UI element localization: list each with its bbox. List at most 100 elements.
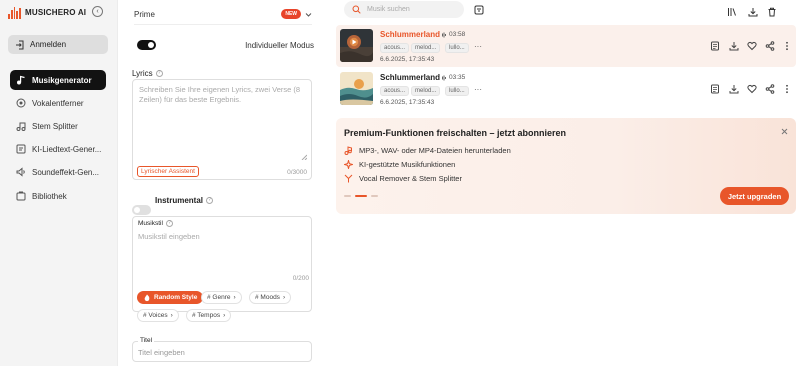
lyrics-icon [16, 144, 26, 154]
login-button[interactable]: Anmelden [8, 35, 108, 54]
more-options-icon[interactable] [782, 41, 792, 51]
model-select-value: Prime [134, 9, 155, 19]
lyrics-icon[interactable] [710, 41, 720, 51]
song-tag: lullo... [445, 43, 469, 53]
upgrade-button[interactable]: Jetzt upgraden [720, 187, 789, 205]
search-placeholder: Musik suchen [367, 6, 410, 13]
heart-icon[interactable] [747, 84, 757, 94]
chevron-down-icon [305, 12, 312, 17]
lyrics-textarea[interactable]: Schreiben Sie Ihre eigenen Lyrics, zwei … [132, 79, 312, 180]
tempos-button[interactable]: # Tempos › [186, 309, 232, 322]
promo-title: Premium-Funktionen freischalten – jetzt … [344, 128, 567, 138]
search-input[interactable]: Musik suchen [344, 1, 464, 18]
promo-feature: KI-gestützte Musikfunktionen [344, 160, 455, 169]
sidebar-item-stem-splitter[interactable]: Stem Splitter [10, 116, 106, 136]
genre-button[interactable]: # Genre › [201, 291, 242, 304]
song-duration: 03:35 [440, 74, 465, 81]
heart-icon[interactable] [747, 41, 757, 51]
close-icon[interactable] [781, 128, 788, 135]
music-note-icon [17, 75, 25, 85]
song-title[interactable]: Schlummerland [380, 73, 440, 82]
model-select[interactable]: Prime NEW [134, 6, 312, 22]
sidebar-item-label: Stem Splitter [32, 121, 78, 131]
logo-mark-icon [8, 6, 21, 19]
library-icon[interactable] [727, 7, 737, 17]
song-date: 6.6.2025, 17:35:43 [380, 56, 435, 63]
dice-icon [144, 294, 150, 301]
main-panel: Musik suchen Schlummerland 03:58 acous..… [320, 0, 800, 366]
chevron-left-icon: ‹ [96, 8, 99, 15]
carousel-dot[interactable] [371, 195, 378, 197]
more-tags-button[interactable]: ··· [474, 85, 482, 94]
resize-handle-icon[interactable] [301, 154, 307, 160]
title-field[interactable]: Titel eingeben [132, 341, 312, 362]
sidebar-item-sound-effect-generator[interactable]: Soundeffekt-Gen... [10, 162, 106, 182]
song-cover-image[interactable] [340, 72, 373, 105]
chevron-right-icon: › [223, 312, 226, 319]
share-icon[interactable] [765, 41, 775, 51]
more-tags-button[interactable]: ··· [474, 42, 482, 51]
carousel-dot[interactable] [344, 195, 351, 197]
lyrics-counter: 0/3000 [287, 169, 307, 176]
download-icon[interactable] [729, 41, 739, 51]
help-icon[interactable]: ? [165, 220, 173, 227]
logo-text: MUSICHERO AI [25, 8, 87, 17]
sidebar-item-label: Bibliothek [32, 191, 67, 201]
custom-mode-toggle[interactable] [137, 40, 156, 50]
download-icon[interactable] [748, 7, 758, 17]
download-icon[interactable] [729, 84, 739, 94]
search-icon [352, 5, 361, 14]
login-label: Anmelden [30, 40, 67, 49]
filter-icon[interactable] [474, 5, 484, 15]
song-tag: lullo... [445, 86, 469, 96]
help-icon[interactable]: ? [155, 70, 163, 77]
song-tag: melod... [411, 86, 441, 96]
chevron-right-icon: › [282, 294, 286, 301]
instrumental-label: Instrumental ? [155, 196, 214, 205]
song-tag: acous... [380, 43, 410, 53]
sidebar-item-vocal-remover[interactable]: Vokalentferner [10, 93, 106, 113]
sidebar-item-label: KI-Liedtext-Gener... [32, 144, 102, 154]
moods-button[interactable]: # Moods › [249, 291, 292, 304]
collapse-sidebar-button[interactable]: ‹ [92, 6, 103, 17]
song-cover-image[interactable] [340, 29, 373, 62]
title-label: Titel [138, 337, 155, 344]
style-counter: 0/200 [292, 275, 309, 282]
sidebar-item-music-generator[interactable]: Musikgenerator [10, 70, 106, 90]
lyrics-assistant-button[interactable]: Lyrischer Assistent [137, 166, 199, 177]
lyrics-icon[interactable] [710, 84, 720, 94]
trash-icon[interactable] [767, 7, 777, 17]
random-style-button[interactable]: Random Style [137, 291, 204, 304]
voices-button[interactable]: # Voices › [137, 309, 179, 322]
song-title[interactable]: Schlummerland [380, 30, 440, 39]
split-icon [344, 174, 353, 183]
sparkle-icon [344, 160, 353, 169]
sidebar-item-label: Vokalentferner [32, 98, 84, 108]
song-row[interactable]: Schlummerland 03:35 acous... melod... lu… [336, 68, 796, 110]
login-icon [16, 40, 24, 49]
sidebar-item-lyrics-generator[interactable]: KI-Liedtext-Gener... [10, 139, 106, 159]
instrumental-toggle[interactable] [132, 205, 151, 215]
sidebar-item-label: Soundeffekt-Gen... [32, 167, 100, 177]
carousel-dot-active[interactable] [355, 195, 367, 197]
song-row[interactable]: Schlummerland 03:58 acous... melod... lu… [336, 25, 796, 67]
sidebar-item-label: Musikgenerator [32, 75, 92, 85]
song-tag: melod... [411, 43, 441, 53]
chevron-right-icon: › [170, 312, 173, 319]
music-note-icon [344, 146, 352, 155]
more-options-icon[interactable] [782, 84, 792, 94]
app-logo[interactable]: MUSICHERO AI [8, 6, 86, 19]
generator-form: Prime NEW Individueller Modus Lyrics ? S… [118, 0, 320, 366]
sidebar-item-library[interactable]: Bibliothek [10, 186, 106, 206]
premium-promo-banner: Premium-Funktionen freischalten – jetzt … [336, 118, 796, 214]
style-placeholder: Musikstil eingeben [138, 232, 200, 241]
promo-feature: Vocal Remover & Stem Splitter [344, 174, 462, 183]
custom-mode-label: Individueller Modus [245, 41, 314, 50]
share-icon[interactable] [765, 84, 775, 94]
library-icon [16, 191, 26, 201]
song-duration: 03:58 [440, 31, 465, 38]
stem-splitter-icon [16, 122, 26, 131]
help-icon[interactable]: ? [206, 197, 214, 204]
song-tag: acous... [380, 86, 410, 96]
style-textarea[interactable]: Musikstil ? Musikstil eingeben 0/200 Ran… [132, 216, 312, 322]
